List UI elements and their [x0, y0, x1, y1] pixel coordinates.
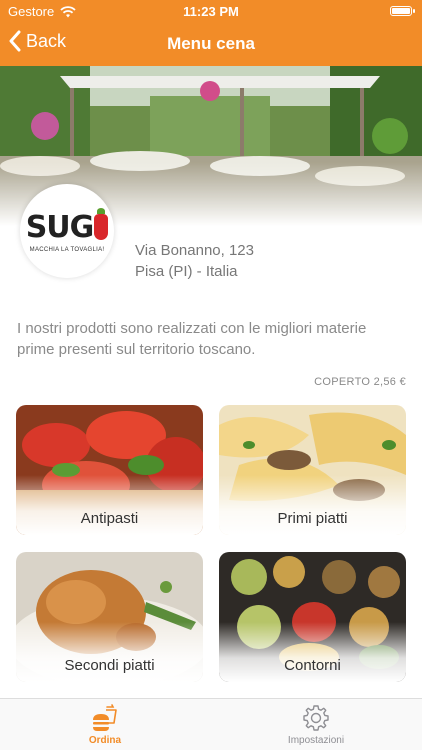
- cover-charge: COPERTO 2,56 €: [314, 376, 406, 388]
- tab-bar: Ordina Impostazioni: [0, 698, 422, 750]
- page-title: Menu cena: [167, 34, 255, 53]
- category-label: Primi piatti: [277, 510, 348, 527]
- tab-label: Impostazioni: [287, 735, 345, 746]
- tab-ordina[interactable]: Ordina: [50, 703, 160, 746]
- restaurant-address: Via Bonanno, 123 Pisa (PI) - Italia: [135, 240, 254, 282]
- category-card-primi-piatti[interactable]: Primi piatti: [219, 405, 406, 535]
- status-time: 11:23 PM: [183, 4, 239, 19]
- tab-label: Ordina: [88, 735, 122, 746]
- header-bar: Gestore 11:23 PM Back Menu cena: [0, 0, 422, 66]
- address-line-2: Pisa (PI) - Italia: [135, 263, 238, 280]
- navigation-bar: Back Menu cena: [0, 24, 422, 64]
- restaurant-logo: SUG MACCHIA LA TOVAGLIA!: [20, 184, 114, 278]
- logo-text: SUG: [25, 209, 95, 245]
- tab-impostazioni[interactable]: Impostazioni: [261, 703, 371, 746]
- address-line-1: Via Bonanno, 123: [135, 242, 254, 259]
- burger-drink-icon: [93, 704, 117, 731]
- logo-wordmark: SUG: [25, 208, 109, 245]
- category-card-contorni[interactable]: Contorni: [219, 552, 406, 682]
- category-card-secondi-piatti[interactable]: Secondi piatti: [16, 552, 203, 682]
- category-label: Secondi piatti: [64, 657, 155, 674]
- category-label: Contorni: [284, 657, 341, 674]
- category-label: Antipasti: [80, 510, 139, 527]
- gear-icon: [303, 705, 329, 731]
- category-card-antipasti[interactable]: Antipasti: [16, 405, 203, 535]
- restaurant-description: I nostri prodotti sono realizzati con le…: [17, 320, 367, 358]
- logo-tagline: MACCHIA LA TOVAGLIA!: [29, 246, 105, 253]
- status-bar: Gestore 11:23 PM: [0, 0, 422, 22]
- battery-icon: [390, 6, 415, 16]
- pepper-icon: [94, 208, 109, 240]
